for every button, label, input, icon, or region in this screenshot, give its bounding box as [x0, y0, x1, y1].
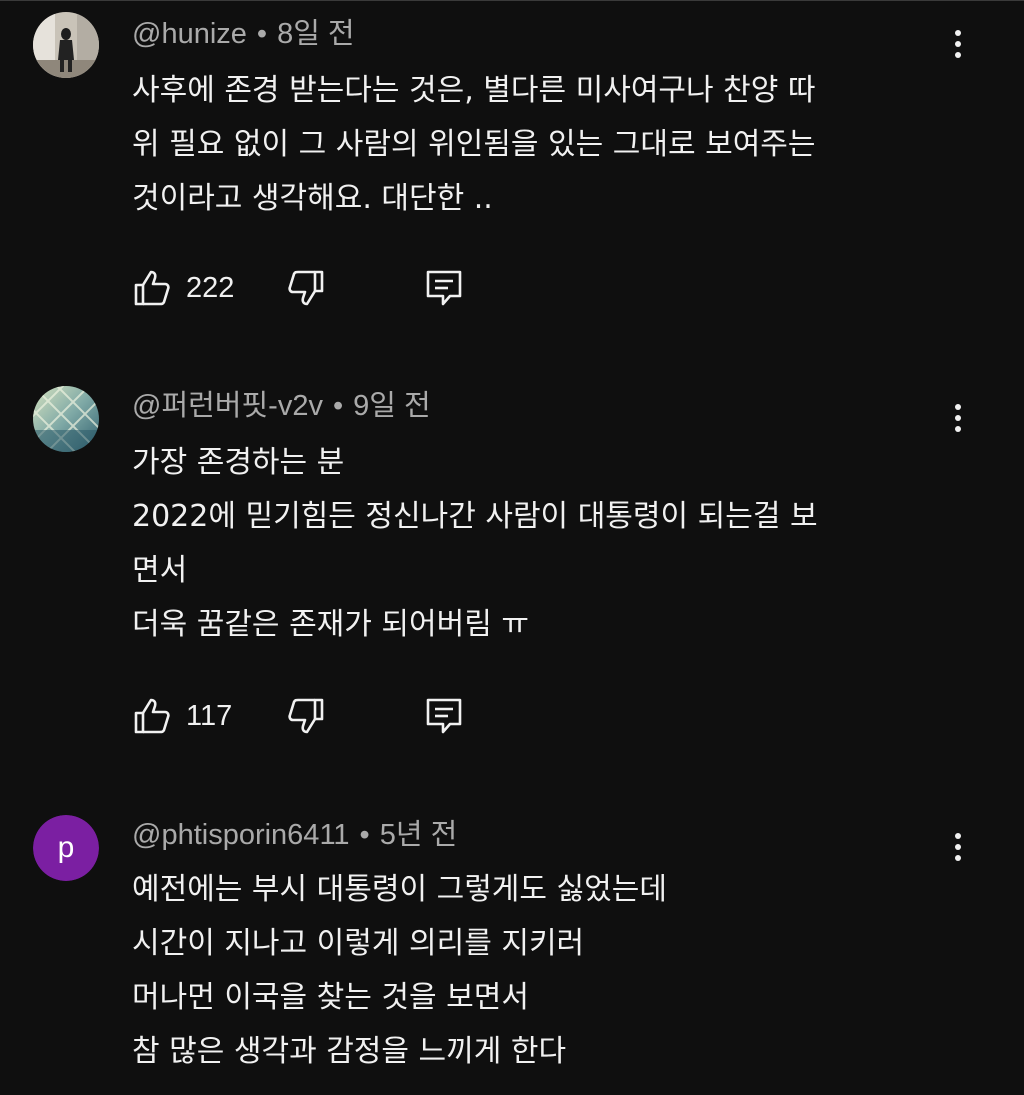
avatar[interactable]: [33, 386, 99, 452]
comment-line: 참 많은 생각과 감정을 느끼게 한다: [132, 1034, 567, 1069]
reply-button[interactable]: [424, 694, 464, 738]
comment-text: 사후에 존경 받는다는 것은, 별다른 미사여구나 찬양 따 위 필요 없이 그…: [132, 64, 962, 226]
comment-meta: @phtisporin6411 • 5년 전: [132, 817, 457, 853]
dislike-button[interactable]: [286, 694, 326, 738]
comment-line: 2022에 믿기힘든 정신나간 사람이 대통령이 되는걸 보: [132, 499, 818, 534]
thumb-down-icon: [288, 270, 324, 306]
comment-line: 면서: [132, 553, 188, 588]
dislike-button[interactable]: [286, 266, 326, 310]
comment-line: 것이라고 생각해요. 대단한 ..: [132, 181, 493, 216]
like-count: 117: [186, 699, 233, 732]
more-options-button[interactable]: [940, 829, 976, 865]
comment-text: 예전에는 부시 대통령이 그렇게도 싫었는데 시간이 지나고 이렇게 의리를 지…: [132, 863, 962, 1079]
like-button[interactable]: 222: [132, 266, 234, 310]
reply-button[interactable]: [424, 266, 464, 310]
comment-line: 더욱 꿈같은 존재가 되어버림 ㅠ: [132, 607, 529, 642]
meta-separator: •: [332, 390, 344, 422]
comment-line: 시간이 지나고 이렇게 의리를 지키러: [132, 926, 585, 961]
meta-separator: •: [359, 819, 370, 851]
comment-meta: @퍼런버핏-v2v • 9일 전: [132, 388, 431, 424]
author-name[interactable]: @퍼런버핏-v2v: [132, 390, 323, 422]
author-name[interactable]: @phtisporin6411: [132, 819, 350, 851]
like-button[interactable]: 117: [132, 694, 232, 738]
more-vertical-icon: [955, 833, 961, 861]
comment-line: 사후에 존경 받는다는 것은, 별다른 미사여구나 찬양 따: [132, 73, 816, 108]
author-name[interactable]: @hunize: [132, 18, 247, 50]
top-divider: [0, 0, 1024, 7]
thumb-down-icon: [288, 698, 324, 734]
timestamp: 8일 전: [277, 18, 355, 50]
avatar[interactable]: p: [33, 815, 99, 881]
timestamp: 9일 전: [353, 390, 431, 422]
more-options-button[interactable]: [940, 26, 976, 62]
comment-line: 예전에는 부시 대통령이 그렇게도 싫었는데: [132, 872, 667, 907]
thumb-up-icon: [134, 698, 170, 734]
reply-comment-icon: [426, 698, 462, 734]
comment-actions: 222: [132, 266, 552, 310]
like-count: 222: [186, 271, 235, 304]
avatar[interactable]: [33, 12, 99, 78]
comment-line: 위 필요 없이 그 사람의 위인됨을 있는 그대로 보여주는: [132, 127, 816, 162]
comment-actions: 117: [132, 694, 552, 738]
avatar-letter: p: [33, 815, 99, 881]
timestamp: 5년 전: [379, 819, 458, 851]
comment-meta: @hunize • 8일 전: [132, 16, 355, 52]
more-vertical-icon: [955, 30, 961, 58]
reply-comment-icon: [426, 270, 462, 306]
comment-line: 가장 존경하는 분: [132, 445, 345, 480]
meta-separator: •: [256, 18, 268, 50]
comment-text: 가장 존경하는 분 2022에 믿기힘든 정신나간 사람이 대통령이 되는걸 보…: [132, 436, 962, 652]
more-options-button[interactable]: [940, 400, 976, 436]
comment-line: 머나먼 이국을 찾는 것을 보면서: [132, 980, 529, 1015]
more-vertical-icon: [955, 404, 961, 432]
thumb-up-icon: [134, 270, 170, 306]
